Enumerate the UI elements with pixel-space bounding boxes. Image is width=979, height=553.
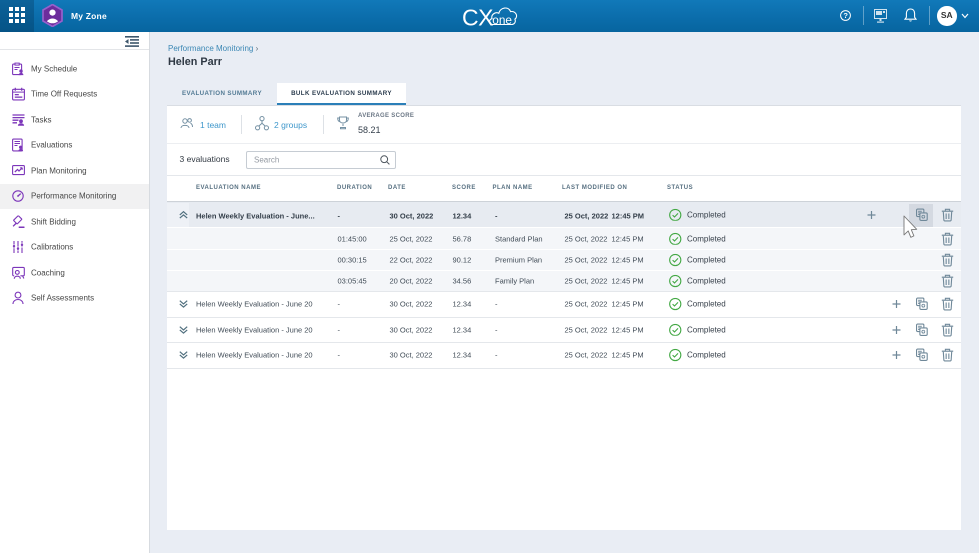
- svg-text:one: one: [492, 13, 512, 27]
- svg-text:?: ?: [843, 11, 848, 20]
- svg-text:CX: CX: [462, 5, 493, 28]
